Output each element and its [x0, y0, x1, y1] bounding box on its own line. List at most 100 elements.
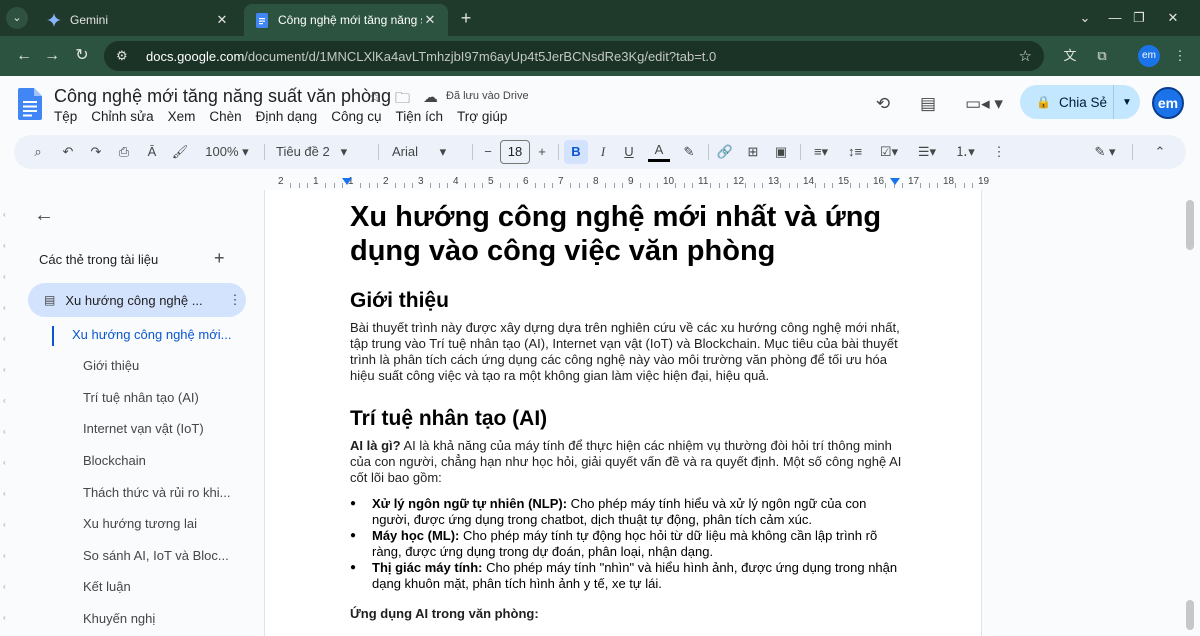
tab-search-chevron-icon[interactable]: ⌄: [6, 7, 28, 29]
checklist-icon[interactable]: ☑▾: [874, 140, 904, 164]
decrease-font-size-icon[interactable]: −: [480, 140, 496, 164]
more-vert-icon[interactable]: ⋮: [224, 292, 246, 308]
share-label: Chia Sẻ: [1058, 94, 1107, 110]
outline-item[interactable]: Xu hướng công nghệ mới...: [72, 327, 231, 342]
outline-item[interactable]: Trí tuệ nhân tạo (AI): [83, 390, 199, 405]
line-spacing-icon[interactable]: ↕≡: [844, 140, 866, 164]
site-settings-icon[interactable]: ⚙: [116, 48, 132, 64]
text-color-icon[interactable]: A: [648, 140, 670, 162]
menu-extensions[interactable]: Tiện ích: [396, 109, 444, 124]
increase-font-size-icon[interactable]: +: [534, 140, 550, 164]
paragraph-style-select[interactable]: Tiêu đề 2 ▾: [276, 140, 368, 164]
document-page[interactable]: Xu hướng công nghệ mới nhất và ứng dụng …: [264, 190, 982, 636]
italic-icon[interactable]: I: [592, 140, 614, 164]
ruler-tick-mark: [438, 183, 440, 188]
menu-edit[interactable]: Chỉnh sửa: [91, 109, 153, 124]
editing-mode-icon[interactable]: ✎ ▾: [1088, 140, 1122, 164]
account-avatar[interactable]: em: [1152, 87, 1184, 119]
ruler[interactable]: 2 1 1 2 3 4 5 6 7 8 9 10 11 12 13 14 15 16 17 18 19: [264, 174, 989, 190]
font-select[interactable]: Arial ▾: [392, 140, 464, 164]
ruler-tick-mark: [648, 183, 650, 188]
close-tab-icon[interactable]: ✕: [214, 12, 230, 28]
profile-avatar[interactable]: em: [1138, 45, 1160, 67]
ruler-tick-mark: [613, 183, 615, 188]
font-value: Arial: [392, 144, 419, 159]
cloud-saved-icon[interactable]: ☁: [423, 88, 438, 106]
comments-icon[interactable]: ▤: [916, 92, 940, 116]
back-arrow-icon[interactable]: ←: [12, 44, 36, 68]
outline-item[interactable]: Xu hướng tương lai: [83, 516, 197, 531]
left-indent-marker[interactable]: [342, 178, 352, 185]
font-size-input[interactable]: 18: [500, 140, 530, 164]
browser-tab-docs[interactable]: Công nghệ mới tăng năng suất ✕: [244, 4, 448, 36]
paint-format-icon[interactable]: 🖌: [170, 140, 190, 164]
translate-icon[interactable]: 文: [1058, 44, 1082, 68]
ruler-tick-mark: [928, 183, 930, 188]
menu-file[interactable]: Tệp: [54, 109, 77, 124]
forward-arrow-icon[interactable]: →: [40, 44, 64, 68]
bold-icon[interactable]: B: [564, 140, 588, 164]
bulleted-list-icon[interactable]: ☰▾: [912, 140, 942, 164]
underline-icon[interactable]: U: [618, 140, 640, 164]
extensions-icon[interactable]: ⧉: [1090, 44, 1114, 68]
scrollbar-thumb-secondary[interactable]: [1186, 600, 1194, 630]
share-dropdown-icon[interactable]: ▼: [1114, 97, 1140, 108]
redo-icon[interactable]: ↷: [86, 140, 106, 164]
bookmark-star-icon[interactable]: ☆: [1019, 47, 1032, 65]
star-icon[interactable]: ☆: [368, 88, 381, 106]
scrollbar-thumb[interactable]: [1186, 200, 1194, 250]
numbered-list-icon[interactable]: ⒈▾: [950, 140, 980, 164]
search-menus-icon[interactable]: ⌕: [28, 140, 48, 164]
collapse-toolbar-icon[interactable]: ⌃: [1150, 140, 1170, 164]
ruler-tick-mark: [788, 183, 790, 188]
address-bar[interactable]: ⚙ docs.google.com/document/d/1MNCLXlKa4a…: [104, 41, 1044, 71]
outline-item[interactable]: So sánh AI, IoT và Bloc...: [83, 548, 229, 563]
vertical-ruler-mark: ‹: [3, 458, 6, 467]
ruler-tick-mark: [639, 183, 641, 188]
print-icon[interactable]: ⎙: [114, 140, 134, 164]
menu-help[interactable]: Trợ giúp: [457, 109, 507, 124]
outline-item[interactable]: Kết luận: [83, 579, 131, 594]
docs-header: Công nghệ mới tăng năng suất văn phòng ☆…: [0, 76, 1200, 132]
vertical-ruler-mark: ‹: [3, 582, 6, 591]
close-window-icon[interactable]: ✕: [1150, 0, 1196, 36]
outline-item[interactable]: Blockchain: [83, 453, 146, 468]
docs-logo-icon[interactable]: [18, 88, 42, 120]
toolbar-divider: [378, 144, 379, 160]
outline-item[interactable]: Giới thiệu: [83, 358, 139, 373]
history-icon[interactable]: ⟲: [871, 92, 895, 116]
new-tab-icon[interactable]: +: [456, 8, 476, 28]
menu-view[interactable]: Xem: [168, 109, 196, 124]
ruler-tick-mark: [902, 183, 904, 188]
bold-text: AI là gì?: [350, 438, 401, 453]
more-options-icon[interactable]: ⋮: [992, 140, 1006, 164]
browser-tab-gemini[interactable]: Gemini ✕: [36, 4, 240, 36]
insert-image-icon[interactable]: ▣: [770, 140, 792, 164]
spellcheck-icon[interactable]: Ā: [142, 140, 162, 164]
back-arrow-icon[interactable]: ←: [34, 204, 54, 227]
toolbar-divider: [264, 144, 265, 160]
add-tab-icon[interactable]: +: [214, 248, 225, 269]
insert-link-icon[interactable]: 🔗: [714, 140, 736, 164]
outline-item[interactable]: Thách thức và rủi ro khi...: [83, 485, 230, 500]
ruler-tick-label: 2: [278, 176, 284, 187]
highlight-icon[interactable]: ✎: [678, 140, 700, 164]
menu-tools[interactable]: Công cụ: [331, 109, 381, 124]
zoom-select[interactable]: 100% ▾: [200, 140, 254, 164]
menu-format[interactable]: Định dạng: [256, 109, 318, 124]
share-button[interactable]: 🔒 Chia Sẻ ▼: [1020, 85, 1140, 119]
align-icon[interactable]: ≡▾: [806, 140, 836, 164]
outline-item[interactable]: Internet vạn vật (IoT): [83, 421, 204, 436]
document-title[interactable]: Công nghệ mới tăng năng suất văn phòng: [54, 86, 391, 107]
outline-item[interactable]: Khuyến nghị: [83, 611, 155, 626]
more-vert-icon[interactable]: ⋮: [1168, 44, 1192, 68]
meet-video-icon[interactable]: ▭◂ ▾: [964, 92, 1004, 116]
right-indent-marker[interactable]: [890, 178, 900, 185]
undo-icon[interactable]: ↶: [58, 140, 78, 164]
menu-insert[interactable]: Chèn: [209, 109, 241, 124]
document-tab-item[interactable]: ▤ Xu hướng công nghệ ... ⋮: [28, 283, 246, 317]
reload-icon[interactable]: ↻: [70, 44, 94, 68]
close-tab-icon[interactable]: ✕: [422, 12, 438, 28]
add-comment-icon[interactable]: ⊞: [742, 140, 764, 164]
ruler-tick-mark: [368, 183, 370, 188]
